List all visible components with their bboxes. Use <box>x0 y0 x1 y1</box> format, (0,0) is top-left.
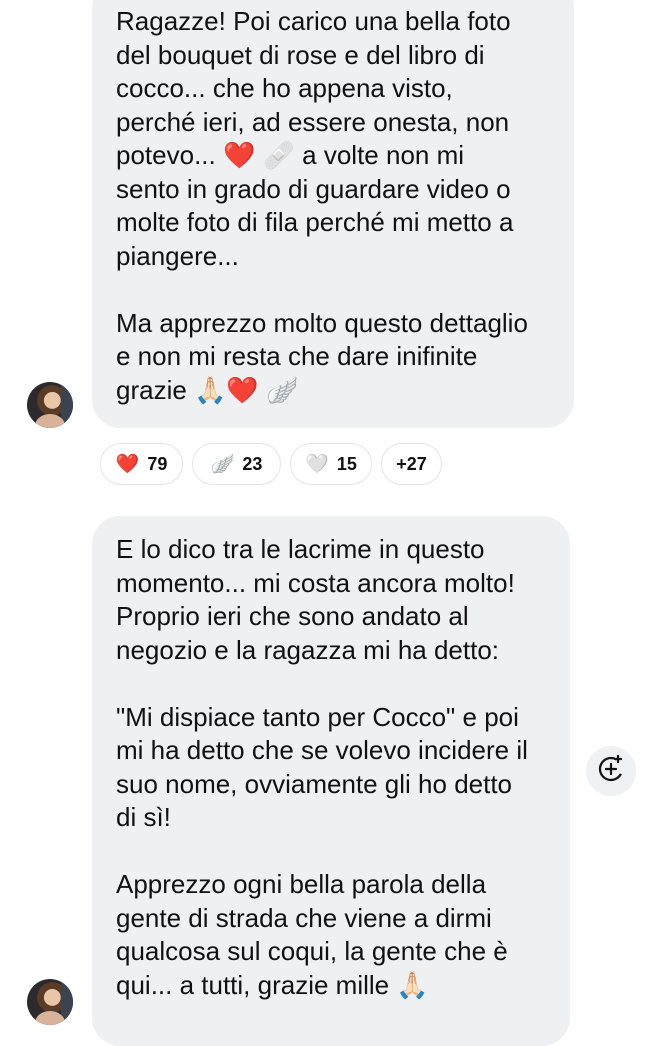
reaction-count: 79 <box>147 453 168 474</box>
reaction-white-heart[interactable]: 🤍 15 <box>290 443 372 485</box>
avatar[interactable] <box>27 979 73 1025</box>
avatar[interactable] <box>27 382 73 428</box>
reaction-wing[interactable]: 🪽 23 <box>192 443 281 485</box>
message-2-paragraph-3: Apprezzo ogni bella parola della gente d… <box>116 869 508 1000</box>
add-reaction-button[interactable] <box>586 746 636 796</box>
reactions-bar: ❤️ 79 🪽 23 🤍 15 +27 <box>100 443 442 487</box>
red-heart-icon: ❤️ <box>115 453 140 475</box>
reaction-count: 15 <box>336 453 357 474</box>
message-1-paragraph-2: Ma apprezzo molto questo dettaglio e non… <box>116 307 528 405</box>
wing-icon: 🪽 <box>210 453 235 475</box>
message-bubble-1[interactable]: Ragazze! Poi carico una bella foto del b… <box>92 0 574 428</box>
message-1-paragraph-1: Ragazze! Poi carico una bella foto del b… <box>116 6 514 271</box>
message-2-paragraph-1: E lo dico tra le lacrime in questo momen… <box>116 534 515 665</box>
message-bubble-2[interactable]: E lo dico tra le lacrime in questo momen… <box>92 516 570 1046</box>
reaction-count: +27 <box>396 453 427 474</box>
white-heart-icon: 🤍 <box>305 453 329 475</box>
message-2-paragraph-2: "Mi dispiace tanto per Cocco" e poi mi h… <box>116 701 528 833</box>
add-reaction-icon <box>596 754 626 789</box>
reaction-more[interactable]: +27 <box>381 443 442 485</box>
reaction-heart[interactable]: ❤️ 79 <box>100 443 183 485</box>
reaction-count: 23 <box>242 453 263 474</box>
